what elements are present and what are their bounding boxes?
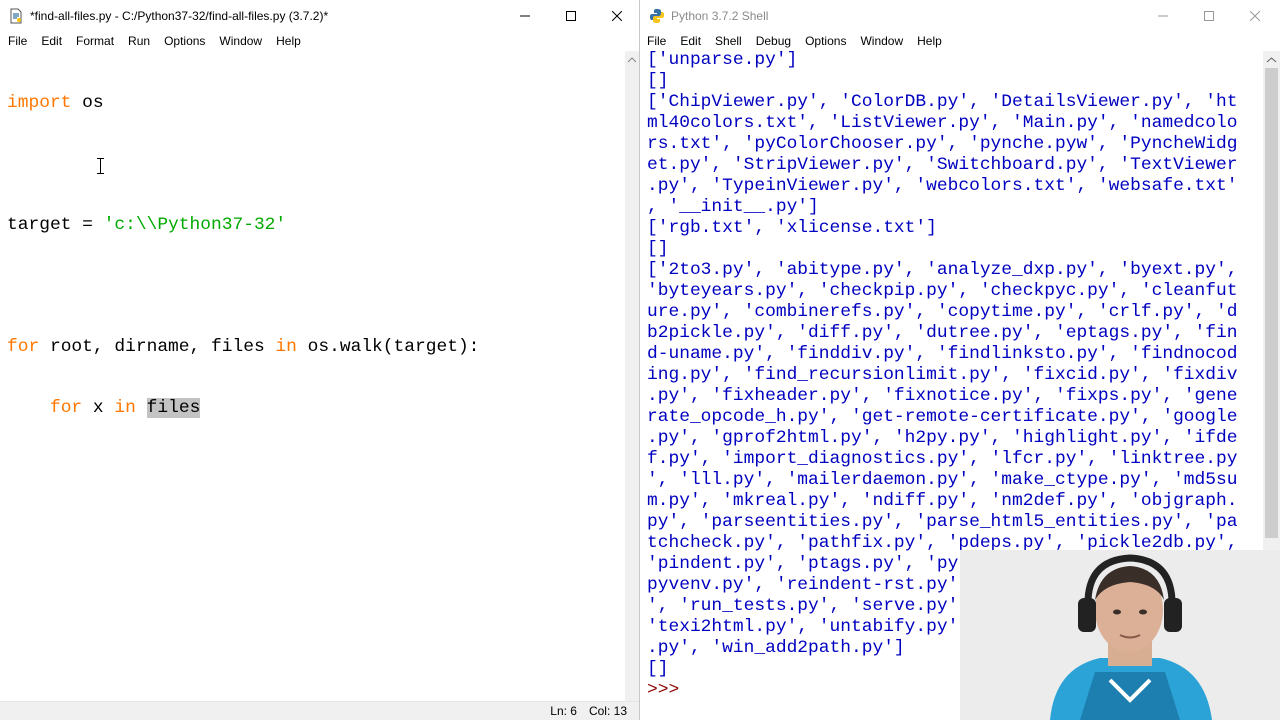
shell-output-line: [] xyxy=(647,71,669,91)
column-number: Col: 13 xyxy=(588,704,627,718)
menu-debug[interactable]: Debug xyxy=(749,34,798,48)
shell-output-line: py', 'parseentities.py', 'parse_html5_en… xyxy=(647,512,1238,532)
menu-options[interactable]: Options xyxy=(798,34,853,48)
ibeam-cursor-icon xyxy=(97,158,104,174)
shell-output-line: .py', 'gprof2html.py', 'h2py.py', 'highl… xyxy=(647,428,1238,448)
python-file-icon xyxy=(10,8,22,23)
presenter-image xyxy=(960,550,1280,720)
code-text: os xyxy=(71,93,104,113)
editor-window-controls xyxy=(502,0,639,31)
editor-titlebar[interactable]: *find-all-files.py - C:/Python37-32/find… xyxy=(0,0,639,31)
code-text: target = xyxy=(7,215,104,235)
shell-output-line: m.py', 'mkreal.py', 'ndiff.py', 'nm2def.… xyxy=(647,491,1238,511)
shell-output-line: ['2to3.py', 'abitype.py', 'analyze_dxp.p… xyxy=(647,260,1238,280)
scrollbar-thumb[interactable] xyxy=(1265,68,1278,538)
editor-menubar: File Edit Format Run Options Window Help xyxy=(0,31,639,51)
shell-output-line: , '__init__.py'] xyxy=(647,197,819,217)
scroll-up-icon[interactable] xyxy=(1263,53,1280,67)
shell-output-line: ', 'lll.py', 'mailerdaemon.py', 'make_ct… xyxy=(647,470,1238,490)
minimize-icon[interactable] xyxy=(1140,0,1186,31)
keyword: in xyxy=(275,337,297,357)
shell-output-line: rate_opcode_h.py', 'get-remote-certifica… xyxy=(647,407,1238,427)
menu-options[interactable]: Options xyxy=(157,34,212,48)
shell-menubar: File Edit Shell Debug Options Window Hel… xyxy=(641,31,1280,51)
shell-output-line: 'byteyears.py', 'checkpip.py', 'checkpyc… xyxy=(647,281,1238,301)
menu-shell[interactable]: Shell xyxy=(708,34,749,48)
editor-text-area[interactable]: import os target = 'c:\\Python37-32' for… xyxy=(7,53,479,459)
menu-file[interactable]: File xyxy=(0,34,34,48)
shell-title: Python 3.7.2 Shell xyxy=(671,8,769,23)
maximize-icon[interactable] xyxy=(1186,0,1232,31)
shell-titlebar[interactable]: Python 3.7.2 Shell xyxy=(641,0,1280,31)
code-line-1: import os xyxy=(7,93,479,114)
shell-output-line: rs.txt', 'pyColorChooser.py', 'pynche.py… xyxy=(647,134,1238,154)
shell-output-line: b2pickle.py', 'diff.py', 'dutree.py', 'e… xyxy=(647,323,1238,343)
minimize-icon[interactable] xyxy=(502,0,548,31)
menu-window[interactable]: Window xyxy=(212,34,269,48)
close-icon[interactable] xyxy=(594,0,639,31)
shell-output-line: ['unparse.py'] xyxy=(647,50,798,70)
string-literal: 'c:\\Python37-32' xyxy=(103,215,287,235)
shell-output-line: ml40colors.txt', 'ListViewer.py', 'Main.… xyxy=(647,113,1238,133)
code-line-5: for root, dirname, files in os.walk(targ… xyxy=(7,337,479,358)
menu-run[interactable]: Run xyxy=(121,34,157,48)
menu-file[interactable]: File xyxy=(641,34,673,48)
menu-help[interactable]: Help xyxy=(910,34,949,48)
editor-scrollbar[interactable] xyxy=(625,51,639,702)
shell-output-line: .py', 'fixheader.py', 'fixnotice.py', 'f… xyxy=(647,386,1238,406)
selected-text[interactable]: files xyxy=(146,398,201,418)
shell-output-line: ['ChipViewer.py', 'ColorDB.py', 'Details… xyxy=(647,92,1238,112)
scroll-up-icon[interactable] xyxy=(625,53,639,67)
menu-edit[interactable]: Edit xyxy=(673,34,708,48)
shell-output-line: ['rgb.txt', 'xlicense.txt'] xyxy=(647,218,937,238)
keyword: for xyxy=(49,398,83,418)
shell-output-line: et.py', 'StripViewer.py', 'Switchboard.p… xyxy=(647,155,1238,175)
code-text: root, dirname, files xyxy=(39,337,276,357)
menu-edit[interactable]: Edit xyxy=(34,34,69,48)
editor-title: *find-all-files.py - C:/Python37-32/find… xyxy=(30,8,329,23)
keyword: for xyxy=(7,337,40,357)
shell-output-line: d-uname.py', 'finddiv.py', 'findlinksto.… xyxy=(647,344,1238,364)
editor-window: *find-all-files.py - C:/Python37-32/find… xyxy=(0,0,640,720)
shell-output-line: [] xyxy=(647,239,669,259)
close-icon[interactable] xyxy=(1232,0,1278,31)
code-text: os.walk(target): xyxy=(296,337,480,357)
menu-window[interactable]: Window xyxy=(853,34,910,48)
menu-help[interactable]: Help xyxy=(269,34,308,48)
line-number: Ln: 6 xyxy=(550,704,577,718)
code-line-6: for x in files xyxy=(7,398,479,419)
shell-output-line: ure.py', 'combinerefs.py', 'copytime.py'… xyxy=(647,302,1238,322)
menu-format[interactable]: Format xyxy=(69,34,121,48)
code-line-3: target = 'c:\\Python37-32' xyxy=(7,215,479,236)
maximize-icon[interactable] xyxy=(548,0,594,31)
editor-statusbar: Ln: 6 Col: 13 xyxy=(0,702,639,720)
code-text: x xyxy=(82,398,115,418)
python-logo-icon xyxy=(650,8,664,23)
shell-output-line: f.py', 'import_diagnostics.py', 'lfcr.py… xyxy=(647,449,1238,469)
webcam-overlay xyxy=(960,550,1280,720)
shell-output-line: .py', 'TypeinViewer.py', 'webcolors.txt'… xyxy=(647,176,1238,196)
keyword: in xyxy=(114,398,136,418)
shell-output-line: ing.py', 'find_recursionlimit.py', 'fixc… xyxy=(647,365,1238,385)
keyword: import xyxy=(7,93,72,113)
shell-window-controls xyxy=(1140,0,1278,31)
